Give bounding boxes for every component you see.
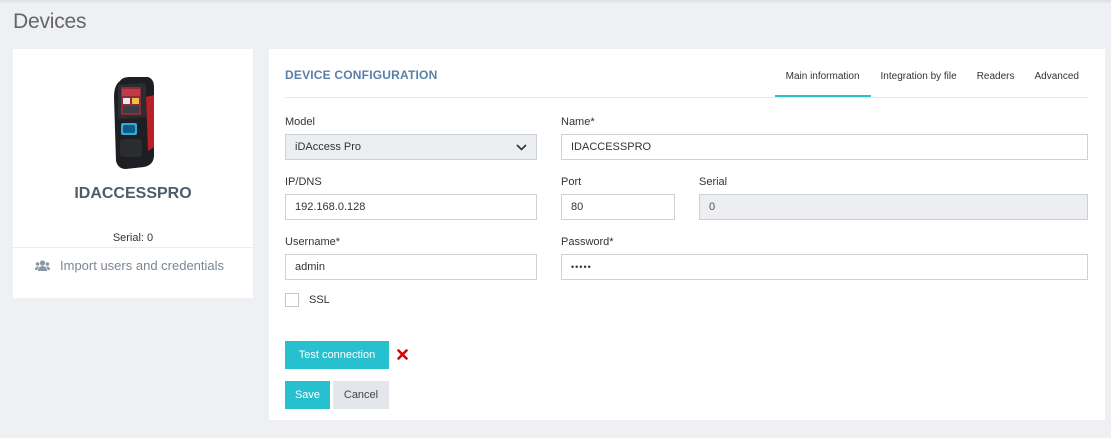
device-configuration-panel: DEVICE CONFIGURATION Main information In… — [269, 49, 1105, 420]
ssl-checkbox[interactable] — [285, 293, 299, 307]
model-select[interactable]: iDAccess Pro — [285, 134, 537, 160]
chevron-down-icon — [516, 143, 527, 151]
password-input[interactable]: ••••• — [561, 254, 1088, 280]
tab-advanced[interactable]: Advanced — [1025, 63, 1089, 98]
serial-input: 0 — [699, 194, 1088, 220]
ip-dns-input[interactable]: 192.168.0.128 — [285, 194, 537, 220]
panel-title: DEVICE CONFIGURATION — [285, 68, 438, 82]
model-select-value: iDAccess Pro — [295, 141, 362, 153]
username-label: Username* — [285, 236, 341, 248]
import-users-link[interactable]: Import users and credentials — [35, 258, 224, 273]
device-name: IDACCESSPRO — [74, 185, 192, 202]
tab-main-information[interactable]: Main information — [774, 63, 871, 98]
ssl-label: SSL — [309, 294, 330, 306]
save-button[interactable]: Save — [285, 381, 330, 409]
ip-dns-label: IP/DNS — [285, 176, 322, 188]
tab-readers[interactable]: Readers — [967, 63, 1025, 98]
users-icon — [35, 259, 50, 271]
error-x-icon — [397, 349, 408, 360]
serial-label: Serial — [699, 176, 728, 188]
model-label: Model — [285, 116, 315, 128]
name-label: Name* — [561, 116, 595, 128]
password-label: Password* — [561, 236, 614, 248]
config-tabs: Main information Integration by file Rea… — [774, 63, 1089, 98]
name-input[interactable]: IDACCESSPRO — [561, 134, 1088, 160]
card-divider — [13, 247, 253, 248]
port-input[interactable]: 80 — [561, 194, 675, 220]
device-serial: Serial: 0 — [112, 232, 154, 244]
top-bar-shadow — [0, 0, 1111, 4]
username-input[interactable]: admin — [285, 254, 537, 280]
device-image — [114, 77, 154, 169]
import-users-label: Import users and credentials — [60, 258, 225, 273]
tab-integration-by-file[interactable]: Integration by file — [871, 63, 967, 98]
header-divider — [285, 97, 1088, 98]
test-connection-button[interactable]: Test connection — [285, 341, 389, 369]
device-summary-card: IDACCESSPRO Serial: 0 Import users and c… — [13, 49, 253, 298]
ssl-option[interactable]: SSL — [285, 293, 330, 307]
cancel-button[interactable]: Cancel — [333, 381, 389, 409]
page-title: Devices — [13, 10, 87, 33]
port-label: Port — [561, 176, 582, 188]
